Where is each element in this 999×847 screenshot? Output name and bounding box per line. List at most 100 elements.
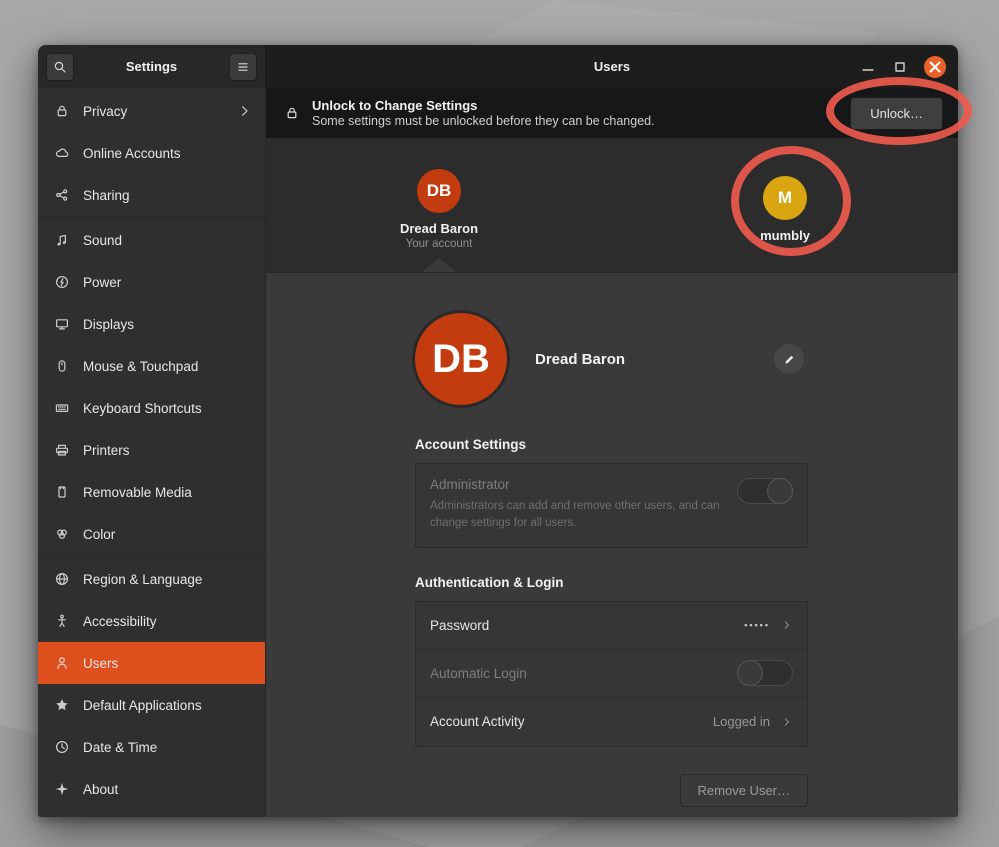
sidebar-item-sound[interactable]: Sound [38, 219, 265, 261]
user-detail-content: DB Dread Baron Account Settings Administ… [266, 273, 958, 817]
search-icon [52, 59, 68, 75]
window-body: Privacy Online Accounts Sharing Sound Power D… [38, 88, 958, 817]
chevron-right-icon [781, 716, 793, 728]
sidebar-item-label: Sound [83, 233, 122, 248]
row-label: Administrator [430, 477, 730, 492]
banner-title: Unlock to Change Settings [312, 98, 655, 113]
row-text: Administrator Administrators can add and … [430, 477, 730, 533]
remove-user-button[interactable]: Remove User… [680, 774, 808, 807]
pencil-icon [783, 353, 796, 366]
unlock-banner: Unlock to Change Settings Some settings … [266, 88, 958, 138]
row-administrator: Administrator Administrators can add and … [416, 464, 807, 547]
auth-login-box: Password ••••• Automatic Login Account Acti… [415, 601, 808, 747]
sidebar-item-color[interactable]: Color [38, 513, 265, 555]
row-description: Administrators can add and remove other … [430, 498, 730, 533]
sidebar-header: Settings [38, 45, 266, 88]
sidebar-item-date-time[interactable]: Date & Time [38, 726, 265, 768]
minimize-icon [860, 59, 876, 75]
banner-text: Unlock to Change Settings Some settings … [312, 98, 655, 128]
user-chip-mumbly[interactable]: Mmumbly [760, 168, 810, 243]
row-right [737, 660, 793, 686]
share-icon [54, 187, 70, 203]
sidebar-item-mouse-touchpad[interactable]: Mouse & Touchpad [38, 345, 265, 387]
row-text: Password [430, 618, 489, 633]
row-label: Account Activity [430, 714, 525, 729]
sidebar-item-accessibility[interactable]: Accessibility [38, 600, 265, 642]
selected-user-pointer [422, 258, 456, 272]
sidebar-item-label: Date & Time [83, 740, 157, 755]
remove-user-row: Remove User… [415, 774, 808, 807]
mouse-icon [54, 358, 70, 374]
sidebar-item-label: Online Accounts [83, 146, 181, 161]
star-icon [54, 697, 70, 713]
keyboard-icon [54, 400, 70, 416]
avatar-initials: DB [432, 337, 490, 382]
chevron-right-icon [781, 619, 793, 631]
window-controls [860, 56, 958, 78]
profile-header: DB Dread Baron [415, 311, 808, 407]
sidebar-item-region-language[interactable]: Region & Language [38, 558, 265, 600]
accessibility-icon [54, 613, 70, 629]
sidebar-item-displays[interactable]: Displays [38, 303, 265, 345]
row-text: Account Activity [430, 714, 525, 729]
banner-subtitle: Some settings must be unlocked before th… [312, 114, 655, 128]
settings-window: Settings Users Privacy Online Accounts Sha… [38, 45, 958, 817]
display-icon [54, 316, 70, 332]
avatar: M [763, 176, 807, 220]
avatar: DB [417, 169, 461, 213]
sidebar-item-keyboard-shortcuts[interactable]: Keyboard Shortcuts [38, 387, 265, 429]
sidebar-item-removable-media[interactable]: Removable Media [38, 471, 265, 513]
clock-icon [54, 739, 70, 755]
titlebar: Settings Users [38, 45, 958, 88]
sidebar-item-printers[interactable]: Printers [38, 429, 265, 471]
administrator-toggle[interactable] [737, 478, 793, 504]
row-password[interactable]: Password ••••• [416, 602, 807, 650]
account-settings-heading: Account Settings [415, 437, 808, 452]
users-icon [54, 655, 70, 671]
sidebar-item-online-accounts[interactable]: Online Accounts [38, 132, 265, 174]
toggle-knob [737, 660, 763, 686]
account-settings-box: Administrator Administrators can add and … [415, 463, 808, 548]
sidebar-item-privacy[interactable]: Privacy [38, 90, 265, 132]
sidebar-item-label: Region & Language [83, 572, 202, 587]
users-panel: Unlock to Change Settings Some settings … [266, 88, 958, 817]
chevron-right-icon [237, 103, 253, 119]
sidebar-item-label: Accessibility [83, 614, 157, 629]
automatic-login-toggle[interactable] [737, 660, 793, 686]
user-name: mumbly [760, 228, 810, 243]
music-note-icon [54, 232, 70, 248]
close-button[interactable] [924, 56, 946, 78]
user-name: Dread Baron [400, 221, 478, 236]
printer-icon [54, 442, 70, 458]
sidebar-item-about[interactable]: About [38, 768, 265, 810]
sidebar-item-label: Mouse & Touchpad [83, 359, 198, 374]
sidebar-item-label: Power [83, 275, 121, 290]
sidebar: Privacy Online Accounts Sharing Sound Power D… [38, 88, 266, 817]
sparkle-icon [54, 781, 70, 797]
minimize-button[interactable] [860, 59, 876, 75]
row-value: ••••• [744, 620, 770, 630]
sidebar-item-users[interactable]: Users [38, 642, 265, 684]
power-icon [54, 274, 70, 290]
search-button[interactable] [46, 53, 74, 81]
sidebar-separator [38, 556, 265, 557]
sidebar-item-label: Sharing [83, 188, 130, 203]
row-right [737, 478, 793, 504]
sidebar-item-label: About [83, 782, 118, 797]
sidebar-item-sharing[interactable]: Sharing [38, 174, 265, 216]
sidebar-item-power[interactable]: Power [38, 261, 265, 303]
row-account-activity[interactable]: Account Activity Logged in [416, 698, 807, 746]
close-icon [927, 59, 943, 75]
sidebar-separator [38, 217, 265, 218]
menu-button[interactable] [229, 53, 257, 81]
user-chip-dread-baron[interactable]: DBDread BaronYour account [400, 161, 478, 250]
sidebar-item-label: Privacy [83, 104, 127, 119]
auth-login-heading: Authentication & Login [415, 575, 808, 590]
maximize-button[interactable] [892, 59, 908, 75]
sidebar-item-default-applications[interactable]: Default Applications [38, 684, 265, 726]
row-text: Automatic Login [430, 666, 527, 681]
edit-name-button[interactable] [774, 344, 804, 374]
carousel-slot: Mmumbly [612, 138, 958, 272]
row-value: Logged in [713, 714, 770, 729]
unlock-button[interactable]: Unlock… [850, 97, 943, 130]
